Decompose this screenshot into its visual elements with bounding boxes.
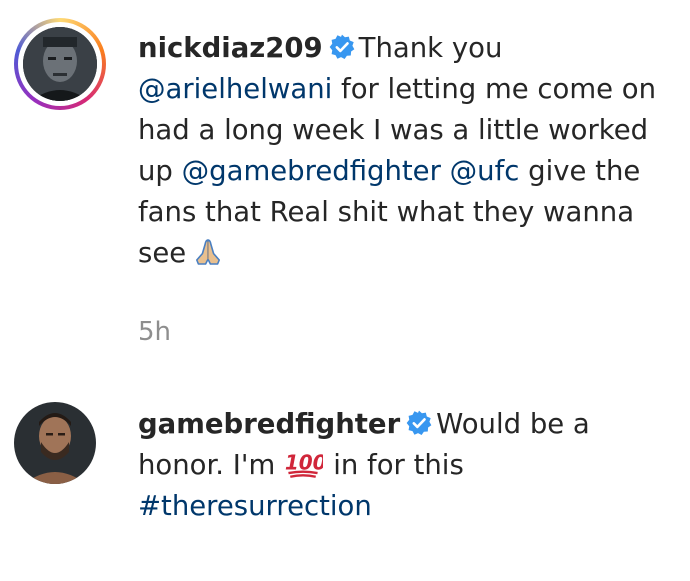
- hashtag-link[interactable]: #theresurrection: [138, 490, 372, 522]
- verified-badge-icon: [329, 34, 355, 60]
- username[interactable]: nickdiaz209: [138, 32, 323, 64]
- comment-text: gamebredfighter Would be a honor. I'm 10…: [138, 408, 590, 522]
- timestamp[interactable]: 5h: [138, 317, 171, 347]
- comment-text: nickdiaz209 Thank you @arielhelwani for …: [138, 32, 657, 269]
- avatar-image: [23, 27, 97, 101]
- mention-link[interactable]: @ufc: [450, 155, 520, 187]
- verified-badge-icon: [406, 410, 432, 436]
- praying-hands-icon: [196, 239, 221, 265]
- avatar-image: [14, 402, 96, 484]
- avatar[interactable]: [23, 27, 97, 101]
- mention-link[interactable]: @arielhelwani: [138, 73, 332, 105]
- hundred-points-icon: 100: [285, 450, 323, 478]
- avatar-story-ring[interactable]: [14, 18, 106, 110]
- username[interactable]: gamebredfighter: [138, 408, 400, 440]
- mention-link[interactable]: @gamebredfighter: [182, 155, 441, 187]
- avatar[interactable]: [14, 402, 96, 484]
